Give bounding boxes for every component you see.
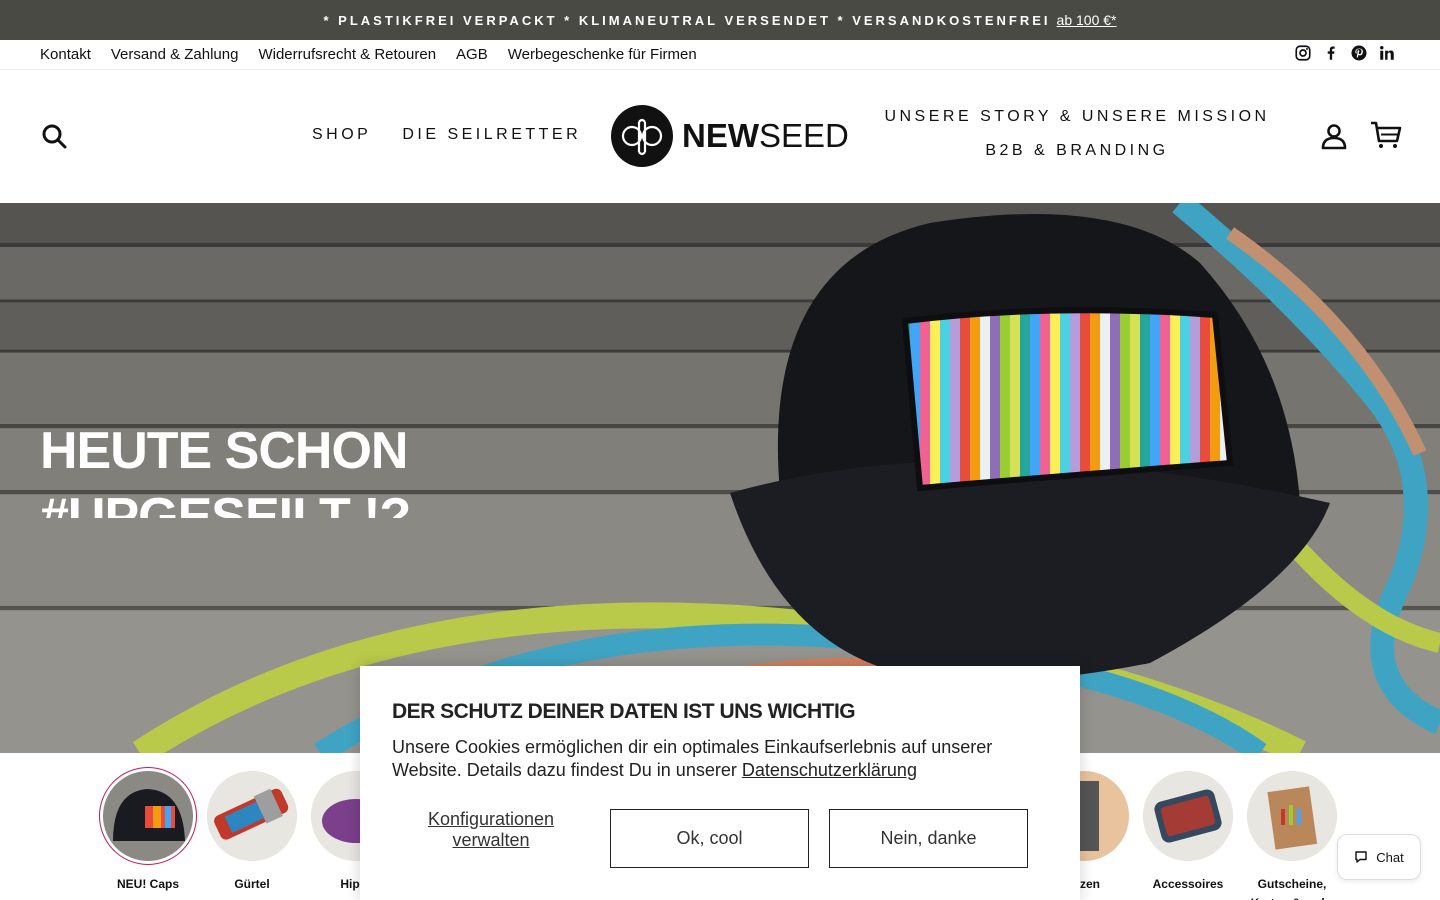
decline-cookies-button[interactable]: Nein, danke	[829, 809, 1028, 868]
logo-wordmark: NEWSEED	[682, 117, 849, 155]
category-guertel[interactable]: Gürtel	[202, 771, 302, 894]
category-label: NEU! Caps	[116, 877, 179, 891]
linkedin-icon[interactable]	[1378, 44, 1396, 62]
category-gutscheine[interactable]: Gutscheine, Karten & mehr	[1242, 771, 1342, 900]
logo-word-new: NEW	[682, 117, 759, 154]
contact-link[interactable]: Kontakt	[40, 46, 91, 63]
shipping-payment-link[interactable]: Versand & Zahlung	[111, 46, 239, 63]
chat-label: Chat	[1376, 849, 1404, 865]
hero-title: HEUTE SCHON #UPGESEILT !?	[40, 418, 560, 518]
main-nav-left: SHOP DIE SEILRETTER	[312, 126, 581, 144]
category-image	[1247, 771, 1337, 861]
announcement-text: * PLASTIKFREI VERPACKT * KLIMANEUTRAL VE…	[323, 12, 1051, 28]
account-icon[interactable]	[1320, 122, 1348, 150]
category-image	[207, 771, 297, 861]
facebook-icon[interactable]	[1322, 44, 1340, 62]
category-image	[99, 767, 197, 865]
pinterest-icon[interactable]	[1350, 44, 1368, 62]
category-label: Accessoires	[1152, 877, 1224, 891]
cookie-text: Unsere Cookies ermöglichen dir ein optim…	[392, 736, 1052, 782]
corporate-gifts-link[interactable]: Werbegeschenke für Firmen	[508, 46, 697, 63]
manage-config-link[interactable]: Konfigurationen verwalten	[392, 809, 590, 851]
main-nav-right: UNSERE STORY & UNSERE MISSION B2B & BRAN…	[884, 108, 1270, 160]
search-icon[interactable]	[40, 122, 68, 150]
nav-story-mission[interactable]: UNSERE STORY & UNSERE MISSION	[884, 108, 1269, 126]
privacy-policy-link[interactable]: Datenschutzerklärung	[742, 760, 917, 780]
cookie-consent-dialog: DER SCHUTZ DEINER DATEN IST UNS WICHTIG …	[360, 666, 1080, 900]
site-logo[interactable]: NEWSEED	[610, 104, 849, 168]
returns-link[interactable]: Widerrufsrecht & Retouren	[258, 46, 436, 63]
accept-cookies-button[interactable]: Ok, cool	[610, 809, 809, 868]
hero-title-line1: HEUTE SCHON	[40, 422, 408, 480]
category-accessoires[interactable]: Accessoires	[1138, 771, 1238, 894]
category-label: Gürtel	[234, 877, 270, 891]
social-links	[1294, 44, 1396, 62]
cart-icon[interactable]	[1370, 120, 1402, 150]
logo-word-seed: SEED	[759, 117, 849, 154]
category-image	[1143, 771, 1233, 861]
terms-link[interactable]: AGB	[456, 46, 488, 63]
announcement-bar: * PLASTIKFREI VERPACKT * KLIMANEUTRAL VE…	[0, 0, 1440, 40]
free-shipping-link[interactable]: ab 100 €*	[1057, 12, 1117, 28]
cookie-title: DER SCHUTZ DEINER DATEN IST UNS WICHTIG	[392, 700, 856, 723]
newseed-logo-icon	[611, 105, 673, 167]
instagram-icon[interactable]	[1294, 44, 1312, 62]
site-header: SHOP DIE SEILRETTER NEWSEED UNSERE STORY…	[0, 70, 1440, 203]
chat-bubble-icon	[1355, 851, 1367, 863]
category-caps[interactable]: NEU! Caps	[98, 767, 198, 894]
utility-bar: Kontakt Versand & Zahlung Widerrufsrecht…	[0, 40, 1440, 70]
nav-seilretter[interactable]: DIE SEILRETTER	[402, 126, 581, 144]
chat-button[interactable]: Chat	[1337, 834, 1421, 880]
category-label: Gutscheine, Karten & mehr	[1251, 877, 1334, 900]
nav-shop[interactable]: SHOP	[312, 126, 371, 144]
nav-b2b-branding[interactable]: B2B & BRANDING	[985, 142, 1168, 160]
hero-title-line2: #UPGESEILT !?	[40, 488, 411, 518]
